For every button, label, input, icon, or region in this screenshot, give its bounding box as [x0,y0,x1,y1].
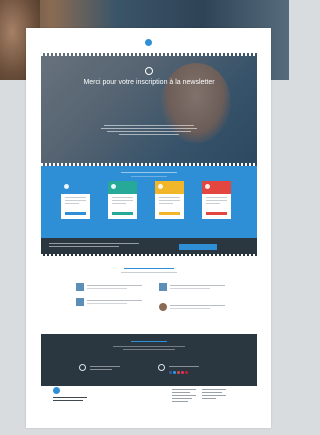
hero-section: Merci pour votre inscription à la newsle… [41,53,257,166]
product-card-header [202,181,231,194]
product-card-header [61,181,90,194]
products-title [121,172,177,173]
product-badge-icon [158,184,163,189]
product-card-1[interactable] [61,181,90,219]
footer-logo-icon [53,387,60,394]
footer-subtitle [113,346,185,347]
cta-text [49,243,149,247]
product-badge-icon [205,184,210,189]
article-text-secondary [87,303,127,304]
contact-text [90,366,120,367]
hero-body-text [101,125,197,137]
logo-icon [145,38,152,46]
product-card-text [112,197,133,206]
contact-icon [79,364,86,371]
article-text-secondary [87,288,127,289]
share-text [169,366,199,367]
articles-subtitle [121,272,177,273]
product-card-4[interactable] [202,181,231,219]
product-card-button[interactable] [206,212,227,215]
social-icons [169,371,188,374]
article-text-secondary [170,288,210,289]
article-text-secondary [170,308,210,309]
twitter-icon[interactable] [173,371,176,374]
pinterest-icon[interactable] [185,371,188,374]
article-avatar [159,303,167,311]
google-plus-icon[interactable] [177,371,180,374]
header-logo[interactable] [26,36,271,48]
article-item-4[interactable] [159,303,229,313]
hero-wave-top [41,53,257,56]
product-card-text [206,197,227,206]
product-card-button[interactable] [65,212,86,215]
product-card-text [65,197,86,206]
article-thumbnail [76,283,84,291]
article-thumbnail [76,298,84,306]
product-badge-icon [111,184,116,189]
article-text [87,300,142,301]
envelope-icon [145,67,153,75]
article-text [170,305,225,306]
articles-title [124,268,174,269]
hero-title: Merci pour votre inscription à la newsle… [83,79,215,86]
product-card-header [108,181,137,194]
instagram-icon[interactable] [181,371,184,374]
products-section [41,166,257,238]
footer-links-col-2[interactable] [202,389,226,401]
cta-banner [41,238,257,256]
product-card-button[interactable] [112,212,133,215]
share-icon [158,364,165,371]
product-card-3[interactable] [155,181,184,219]
cta-button[interactable] [179,244,217,250]
footer-subtitle-2 [123,349,175,350]
product-card-2[interactable] [108,181,137,219]
footer-links-col-1[interactable] [172,389,196,404]
product-card-text [159,197,180,206]
cta-wave [41,254,257,256]
footer-tagline [53,397,93,403]
newsletter-email: Merci pour votre inscription à la newsle… [26,28,271,428]
article-item-2[interactable] [159,283,229,293]
products-subtitle [131,176,167,177]
product-card-header [155,181,184,194]
product-card-button[interactable] [159,212,180,215]
article-item-3[interactable] [76,298,146,308]
article-text [87,285,142,286]
footer-title [131,341,167,342]
contact-text-2 [90,369,112,370]
dark-footer-section [41,334,257,386]
article-item-1[interactable] [76,283,146,293]
facebook-icon[interactable] [169,371,172,374]
product-badge-icon [64,184,69,189]
article-thumbnail [159,283,167,291]
article-text [170,285,225,286]
